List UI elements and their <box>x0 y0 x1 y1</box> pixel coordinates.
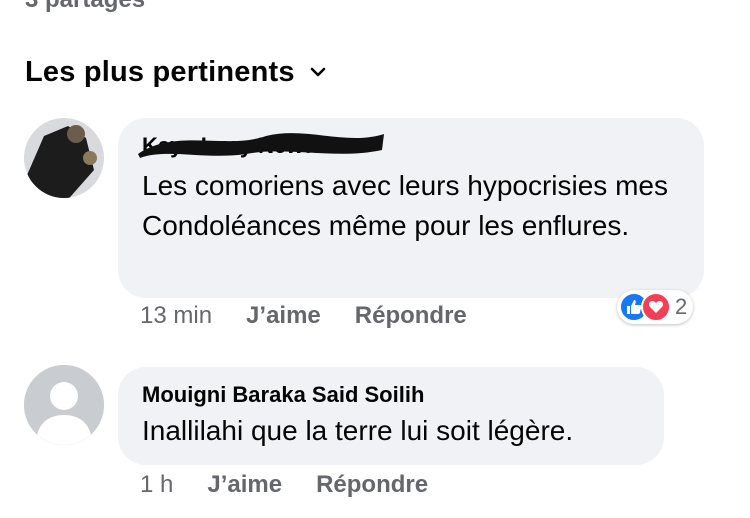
comment-text: Inallilahi que la terre lui soit légère. <box>142 415 574 446</box>
comment-item: Mouigni Baraka Said Soilih Inallilahi qu… <box>24 365 750 515</box>
shares-count[interactable]: 3 partages <box>25 0 145 14</box>
like-button[interactable]: J’aime <box>207 471 282 499</box>
default-avatar-icon <box>24 365 104 445</box>
comment-actions: 13 min J’aime Répondre <box>140 302 467 330</box>
comment-item: Kaya Lucy Newton Les comoriens avec leur… <box>24 118 750 338</box>
comment-author[interactable]: Kaya Lucy Newton <box>138 132 680 160</box>
comment-author[interactable]: Mouigni Baraka Said Soilih <box>142 381 640 409</box>
comment-text: Les comoriens avec leurs hypocrisies mes… <box>142 170 668 241</box>
avatar[interactable] <box>24 118 104 198</box>
reply-button[interactable]: Répondre <box>355 302 467 330</box>
reaction-count: 2 <box>675 294 688 319</box>
comment-timestamp[interactable]: 1 h <box>140 471 173 499</box>
reply-button[interactable]: Répondre <box>316 471 428 499</box>
like-button[interactable]: J’aime <box>246 302 321 330</box>
comment-actions: 1 h J’aime Répondre <box>140 471 428 499</box>
love-reaction-icon <box>641 292 671 322</box>
comment-sort-dropdown[interactable]: Les plus pertinents <box>25 52 327 92</box>
comment-bubble: Kaya Lucy Newton Les comoriens avec leur… <box>118 118 704 298</box>
reaction-summary[interactable]: 2 <box>617 290 694 324</box>
redacted-avatar-image <box>24 118 104 198</box>
comment-bubble: Mouigni Baraka Said Soilih Inallilahi qu… <box>118 367 664 465</box>
redaction-scribble <box>138 133 384 158</box>
avatar[interactable] <box>24 365 104 445</box>
chevron-down-icon <box>310 67 325 77</box>
comment-timestamp[interactable]: 13 min <box>140 302 212 330</box>
sort-label: Les plus pertinents <box>25 55 295 88</box>
